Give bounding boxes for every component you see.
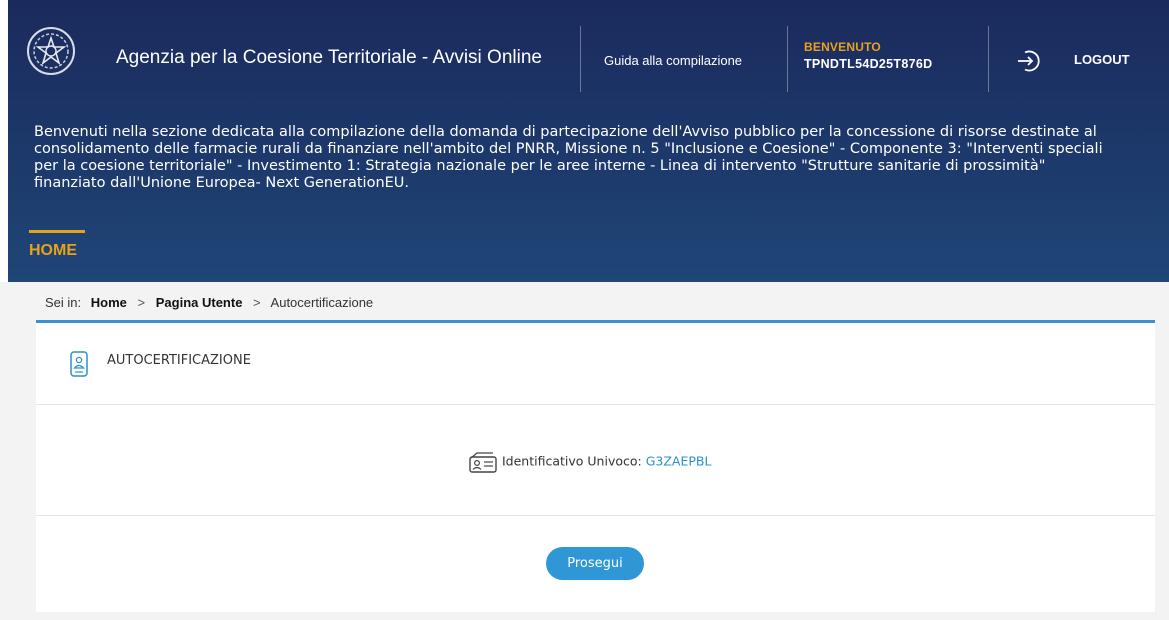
intro-text: Benvenuti nella sezione dedicata alla co…	[34, 124, 1169, 192]
header-divider	[787, 26, 788, 92]
intro-line: finanziato dall'Unione Europea- Next Gen…	[34, 175, 410, 191]
breadcrumb-separator: >	[137, 295, 146, 310]
intro-line: Benvenuti nella sezione dedicata alla co…	[34, 124, 1097, 140]
unique-id-label: Identificativo Univoco:	[502, 453, 642, 469]
guide-link[interactable]: Guida alla compilazione	[604, 53, 742, 68]
unique-id-row: Identificativo Univoco: G3ZAEPBL	[468, 451, 711, 473]
header-divider	[580, 26, 581, 92]
user-code: TPNDTL54D25T876D	[804, 57, 933, 71]
proceed-button[interactable]: Prosegui	[546, 547, 644, 580]
breadcrumb-current: Autocertificazione	[270, 295, 374, 310]
logout-icon[interactable]	[1016, 48, 1042, 74]
welcome-label: BENVENUTO	[804, 40, 881, 54]
card-body: Identificativo Univoco: G3ZAEPBL	[36, 405, 1155, 516]
home-active-indicator	[29, 230, 85, 233]
card-title: AUTOCERTIFICAZIONE	[107, 353, 251, 368]
breadcrumb-user-page[interactable]: Pagina Utente	[156, 295, 243, 310]
self-certification-card: AUTOCERTIFICAZIONE Identificativo Univoc…	[36, 320, 1155, 612]
site-header: Agenzia per la Coesione Territoriale - A…	[0, 0, 1169, 282]
app-title: Agenzia per la Coesione Territoriale - A…	[116, 47, 542, 68]
breadcrumb-separator: >	[253, 295, 261, 310]
breadcrumb-home[interactable]: Home	[91, 295, 127, 310]
header-divider	[988, 26, 989, 92]
breadcrumb-prefix: Sei in:	[45, 295, 82, 310]
italian-republic-emblem-icon	[27, 27, 75, 75]
intro-line: per la coesione territoriale" - Investim…	[34, 158, 1046, 174]
unique-id-value: G3ZAEPBL	[645, 453, 712, 469]
card-header: AUTOCERTIFICAZIONE	[36, 323, 1155, 405]
breadcrumb: Sei in: Home > Pagina Utente > Autocerti…	[45, 295, 373, 310]
id-card-icon	[469, 452, 497, 473]
logout-button[interactable]: LOGOUT	[1074, 52, 1130, 67]
nav-home[interactable]: HOME	[29, 242, 77, 260]
user-badge-icon	[70, 351, 88, 377]
intro-line: consolidamento delle farmacie rurali da …	[34, 141, 1103, 157]
